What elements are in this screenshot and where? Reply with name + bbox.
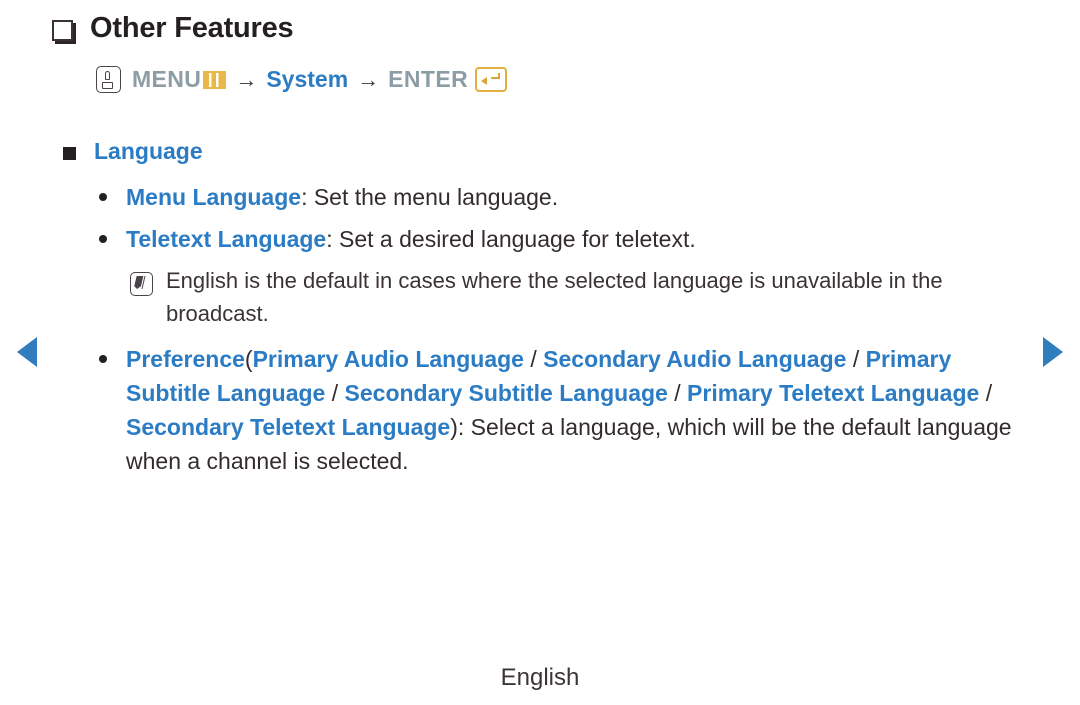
preference-text: Preference(Primary Audio Language / Seco… [126, 342, 1039, 478]
section-header-language: Language [63, 138, 203, 166]
list-item: Menu Language: Set the menu language. [99, 180, 1039, 214]
manual-page: Other Features MENU → System → ENTER Lan… [0, 0, 1080, 705]
dot-bullet-icon [99, 193, 107, 201]
list-item-term: Menu Language [126, 184, 302, 210]
preference-option: Primary Audio Language [252, 346, 524, 372]
preference-option: Primary Teletext Language [687, 380, 980, 406]
nav-prev-arrow-icon[interactable] [17, 337, 37, 367]
list-item-preference: Preference(Primary Audio Language / Seco… [99, 342, 1039, 478]
menu-path-arrow-1: → [235, 66, 258, 92]
note-text: English is the default in cases where th… [166, 268, 943, 326]
list-item-description: : Set the menu language. [301, 184, 559, 210]
checkbox-bullet-icon [52, 20, 73, 41]
list-item-text: Menu Language: Set the menu language. [126, 180, 558, 214]
preference-separator: / [667, 380, 688, 406]
preference-option: Secondary Subtitle Language [344, 380, 668, 406]
menu-bars-icon [203, 70, 227, 89]
list-item-description: : Set a desired language for teletext. [326, 226, 696, 252]
preference-separator: / [979, 380, 993, 406]
dot-bullet-icon [99, 355, 107, 363]
note-pencil-icon [130, 272, 153, 296]
content-list: Menu Language: Set the menu language. Te… [99, 180, 1039, 486]
preference-open-paren: ( [244, 346, 253, 372]
enter-return-icon [475, 67, 508, 92]
preference-separator: / [846, 346, 866, 372]
menu-path-enter-label: ENTER [388, 66, 469, 92]
preference-option: Secondary Audio Language [543, 346, 847, 372]
list-item-text: Teletext Language: Set a desired languag… [126, 222, 696, 256]
note-block: English is the default in cases where th… [130, 264, 1039, 330]
preference-close-paren: ) [450, 414, 458, 440]
menu-path-system-label[interactable]: System [266, 66, 348, 93]
preference-separator: / [325, 380, 345, 406]
nav-next-arrow-icon[interactable] [1043, 337, 1063, 367]
dot-bullet-icon [99, 235, 107, 243]
preference-option: Secondary Teletext Language [126, 414, 451, 440]
list-item-term: Teletext Language [126, 226, 327, 252]
footer-language-label: English [500, 664, 580, 691]
list-item: Teletext Language: Set a desired languag… [99, 222, 1039, 256]
menu-path-arrow-2: → [357, 66, 380, 92]
page-title-row: Other Features [52, 14, 294, 43]
section-title: Language [94, 138, 203, 164]
preference-separator: / [523, 346, 544, 372]
preference-term: Preference [126, 346, 245, 372]
menu-path-menu-label: MENU [132, 66, 202, 92]
square-bullet-icon [63, 147, 76, 160]
page-title: Other Features [90, 12, 294, 44]
touch-hand-icon [96, 66, 121, 93]
menu-path-breadcrumb: MENU → System → ENTER [96, 66, 508, 93]
